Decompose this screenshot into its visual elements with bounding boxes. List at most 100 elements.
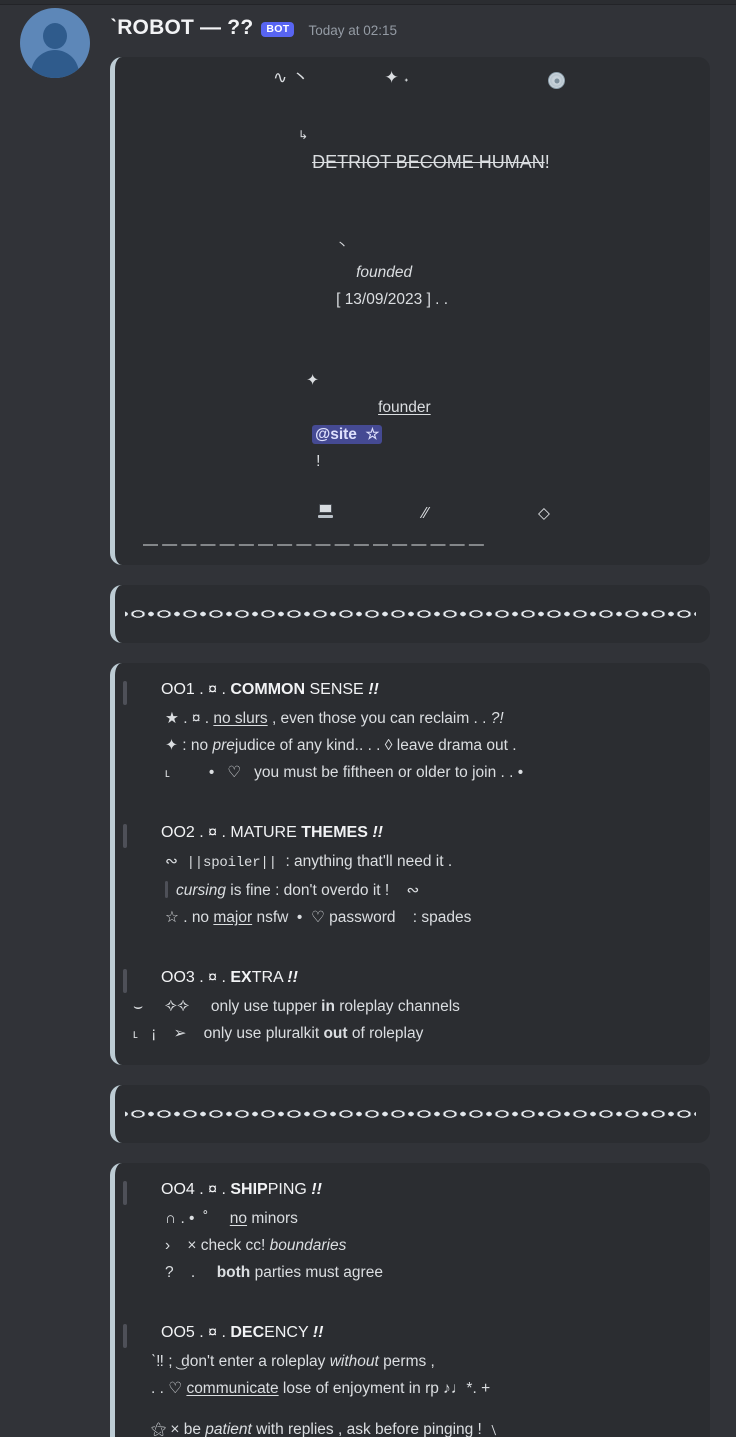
seg-bold: in	[321, 998, 335, 1015]
embed-chain-2-body	[115, 1085, 710, 1143]
rule-004-head: OO4 . ¤ . SHIPPING !!	[123, 1177, 696, 1205]
seg-underline: no	[229, 1210, 248, 1227]
rule-005-line-a: ˋ‼ ; ͜ don't enter a roleplay without pe…	[151, 1348, 696, 1375]
rule-002-line-c: ☆ . no major nsfw • ♡ password : spades	[165, 904, 696, 931]
founded-mark: 丶	[336, 238, 349, 252]
rule-001-line-b: ✦ : no prejudice of any kind.. . . ◊ lea…	[165, 732, 696, 759]
rule-002-lines: ∾ ||spoiler|| : anything that'll need it…	[165, 848, 696, 931]
rule-002-line-b: cursing is fine : don't overdo it ! ∾	[165, 877, 696, 904]
rule-005-title-rest: ENCY	[264, 1324, 309, 1341]
intro-divider: — — — — — — — — — — — — — — — — — —	[143, 536, 484, 553]
seg-italic: pre	[212, 737, 235, 754]
bot-badge: BOT	[261, 21, 295, 37]
rule-002-title-rest: MATURE	[230, 824, 297, 841]
seg: , even those you can reclaim . .	[267, 710, 491, 727]
message-timestamp: Today at 02:15	[308, 22, 398, 38]
rule-block-004: OO4 . ¤ . SHIPPING !! ∩ . • ˚ no minors …	[123, 1177, 696, 1286]
seg: roleplay channels	[334, 998, 460, 1015]
seg-italic: without	[329, 1353, 379, 1370]
seg: ☆ . no	[165, 909, 214, 926]
seg: ? .	[165, 1264, 217, 1281]
intro-title-line: ↳ DETRIOT BECOME HUMAN!	[123, 94, 696, 204]
embed-intro-body: ∿ 丶 ✦ ˖ ↳ DETRIOT BECOME HUMAN! 丶 founde…	[115, 57, 710, 565]
rule-002-number: OO2	[161, 824, 195, 841]
rule-002-line-a: ∾ ||spoiler|| : anything that'll need it…	[165, 848, 696, 877]
rule-005-marks: !!	[312, 1324, 324, 1341]
rule-block-005: OO5 . ¤ . DECENCY !! ˋ‼ ; ͜ don't enter …	[123, 1320, 696, 1437]
rule-block-001: OO1 . ¤ . COMMON SENSE !! ★ . ¤ . no slu…	[123, 677, 696, 786]
rule-004-line-b: › × check cc! boundaries	[165, 1232, 696, 1259]
rule-003-head: OO3 . ¤ . EXTRA !!	[123, 965, 696, 993]
rule-004-title-rest: PING	[267, 1181, 307, 1198]
rule-004-line-c: ? . both parties must agree	[165, 1259, 696, 1286]
seg: ★ . ¤ .	[165, 710, 214, 727]
intro-deco-bottom: ⁄⁄ ◇	[123, 502, 696, 526]
founder-mention[interactable]: @site ☆	[312, 425, 383, 444]
seg: › × check cc!	[165, 1237, 270, 1254]
embed-list: ∿ 丶 ✦ ˖ ↳ DETRIOT BECOME HUMAN! 丶 founde…	[110, 57, 710, 1437]
message-header: ˋROBOT — ?? BOT Today at 02:15	[0, 0, 736, 78]
chat-message: ˋROBOT — ?? BOT Today at 02:15 ∿ 丶 ✦ ˖ ↳…	[0, 0, 736, 1437]
rule-002-title-bold: THEMES	[301, 824, 368, 841]
rule-001-line-a: ★ . ¤ . no slurs , even those you can re…	[165, 705, 696, 732]
seg-bold: both	[216, 1264, 251, 1281]
rule-block-002: OO2 . ¤ . MATURE THEMES !! ∾ ||spoiler||…	[123, 820, 696, 931]
embed-rules-1-body: OO1 . ¤ . COMMON SENSE !! ★ . ¤ . no slu…	[115, 663, 710, 1065]
seg-bold: out	[323, 1025, 348, 1042]
seg-underline: no slurs	[213, 710, 268, 727]
rule-001-lines: ★ . ¤ . no slurs , even those you can re…	[165, 705, 696, 786]
seg-italic: cursing	[176, 882, 226, 899]
embed-rules-2-body: OO4 . ¤ . SHIPPING !! ∩ . • ˚ no minors …	[115, 1163, 710, 1437]
rule-005-title-bold: DEC	[230, 1324, 265, 1341]
rule-003-line-a: ⌣ ✧✧ only use tupper in roleplay channel…	[133, 993, 696, 1020]
rule-003-title-rest: TRA	[251, 969, 283, 986]
server-title-suffix: !	[544, 152, 550, 172]
rule-004-marks: !!	[311, 1181, 322, 1198]
rule-004-title-bold: SHIP	[230, 1181, 268, 1198]
seg: perms ,	[378, 1353, 435, 1370]
seg: lose of enjoyment in rp ♪♩*. +	[278, 1380, 491, 1397]
quote-bar	[123, 969, 127, 993]
seg: ✦ : no	[165, 737, 213, 754]
seg: ˋ‼ ; ͜ don't enter a roleplay	[151, 1353, 330, 1370]
rule-003-line-b: ˪ ¡ ➢ only use pluralkit out of roleplay	[133, 1020, 696, 1047]
seg-italic: patient	[205, 1421, 252, 1437]
embed-chain-1-body	[115, 585, 710, 643]
quote-bar	[123, 1324, 127, 1348]
intro-founder-line: ✦ founder @site ☆ !	[123, 340, 696, 502]
rule-002-title: OO2 . ¤ . MATURE THEMES !!	[161, 820, 383, 846]
rule-001-head: OO1 . ¤ . COMMON SENSE !!	[123, 677, 696, 705]
embed-chain-divider-2	[110, 1085, 710, 1143]
quote-bar	[123, 681, 127, 705]
seg: judice of any kind.. . . ◊ leave drama o…	[234, 737, 517, 754]
embed-intro: ∿ 丶 ✦ ˖ ↳ DETRIOT BECOME HUMAN! 丶 founde…	[110, 57, 710, 565]
founder-suffix: !	[316, 453, 321, 470]
founder-label: founder	[378, 399, 431, 416]
seg: ∩ . • ˚	[165, 1210, 230, 1227]
rule-002-head: OO2 . ¤ . MATURE THEMES !!	[123, 820, 696, 848]
server-title: DETRIOT BECOME HUMAN	[312, 152, 545, 172]
rule-004-title: OO4 . ¤ . SHIPPING !!	[161, 1177, 322, 1203]
seg: . . ♡	[151, 1380, 187, 1397]
cd-emoji	[548, 72, 565, 89]
rule-002-sep: . ¤ .	[194, 824, 231, 841]
seg: nsfw • ♡ password : spades	[252, 909, 472, 926]
rule-001-sep: . ¤ .	[194, 681, 231, 698]
seg: ⌣ ✧✧ only use tupper	[133, 998, 322, 1015]
rule-001-title: OO1 . ¤ . COMMON SENSE !!	[161, 677, 379, 703]
seg-italic: ?!	[490, 710, 504, 727]
deco-top-left: ∿ 丶 ✦ ˖	[273, 68, 410, 87]
rule-003-marks: !!	[287, 969, 298, 986]
chain-divider-image	[125, 605, 696, 623]
seg-underline: communicate	[186, 1380, 279, 1397]
founded-value: [ 13/09/2023 ] . .	[336, 291, 449, 308]
deco-slashes: ⁄⁄	[423, 505, 429, 522]
rule-003-sep: . ¤ .	[194, 969, 231, 986]
avatar[interactable]	[20, 8, 90, 78]
seg: is fine : don't overdo it ! ∾	[225, 882, 420, 899]
author-username[interactable]: ˋROBOT — ??	[110, 16, 253, 40]
seg: minors	[247, 1210, 298, 1227]
rule-001-title-bold: COMMON	[230, 681, 306, 698]
rule-001-number: OO1	[161, 681, 195, 698]
